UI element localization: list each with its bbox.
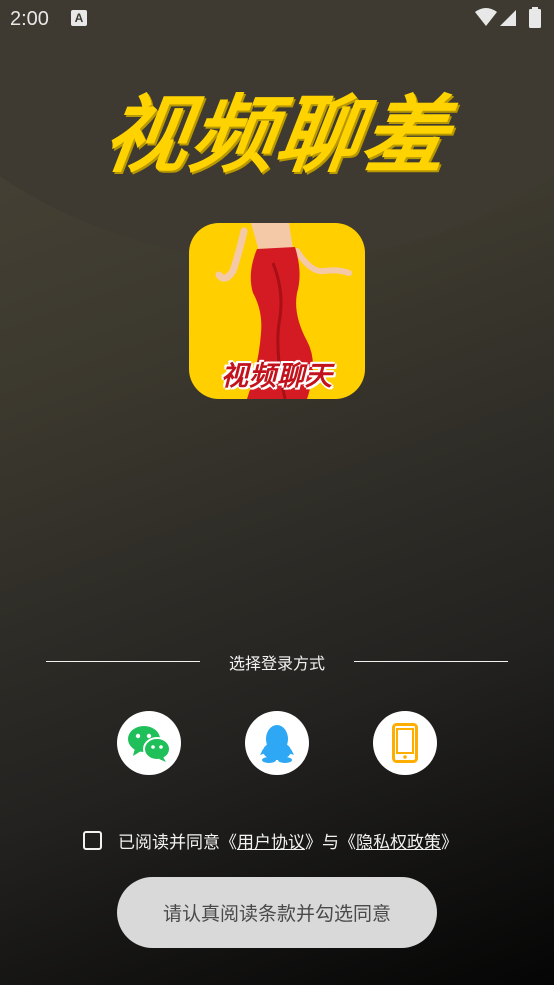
phone-icon xyxy=(392,723,418,763)
app-title: 视频聊羞 xyxy=(98,86,456,184)
agreement-open-bracket-1: 《 xyxy=(220,832,237,853)
signal-icon xyxy=(500,10,516,26)
logo-text: 视频聊天 xyxy=(221,361,333,392)
qq-login-button[interactable] xyxy=(245,711,309,775)
battery-icon xyxy=(529,7,541,28)
agreement-open-bracket-2: 《 xyxy=(339,832,356,853)
agreement-checkbox[interactable] xyxy=(83,830,102,850)
wifi-icon xyxy=(475,8,497,26)
phone-login-button[interactable] xyxy=(373,711,437,775)
agreement-row: 已阅读并同意 《 用户协议 》 与 《 隐私权政策 》 xyxy=(83,826,458,854)
qq-penguin-icon xyxy=(260,725,294,763)
agreement-joiner: 与 xyxy=(322,832,339,853)
divider-right xyxy=(354,661,508,662)
status-bar: 2:00 A xyxy=(0,0,554,38)
login-method-label: 选择登录方式 xyxy=(228,654,325,673)
wechat-icon xyxy=(128,726,171,762)
confirm-login-button[interactable]: 请认真阅读条款并勾选同意 xyxy=(117,877,437,948)
login-screen: 2:00 A 视频聊羞 视频聊天 选择登录方式 已阅读并同意 《 用户协议 》 … xyxy=(0,0,554,985)
app-logo: 视频聊天 xyxy=(189,223,365,399)
privacy-policy-link[interactable]: 隐私权政策 xyxy=(356,828,441,853)
agreement-close-bracket-1: 》 xyxy=(305,832,322,853)
user-agreement-link[interactable]: 用户协议 xyxy=(237,828,305,853)
a-icon: A xyxy=(71,10,87,26)
wechat-login-button[interactable] xyxy=(117,711,181,775)
agreement-close-bracket-2: 》 xyxy=(441,832,458,853)
agreement-prefix: 已阅读并同意 xyxy=(118,832,220,853)
divider-left xyxy=(46,661,200,662)
status-time: 2:00 xyxy=(10,8,49,30)
